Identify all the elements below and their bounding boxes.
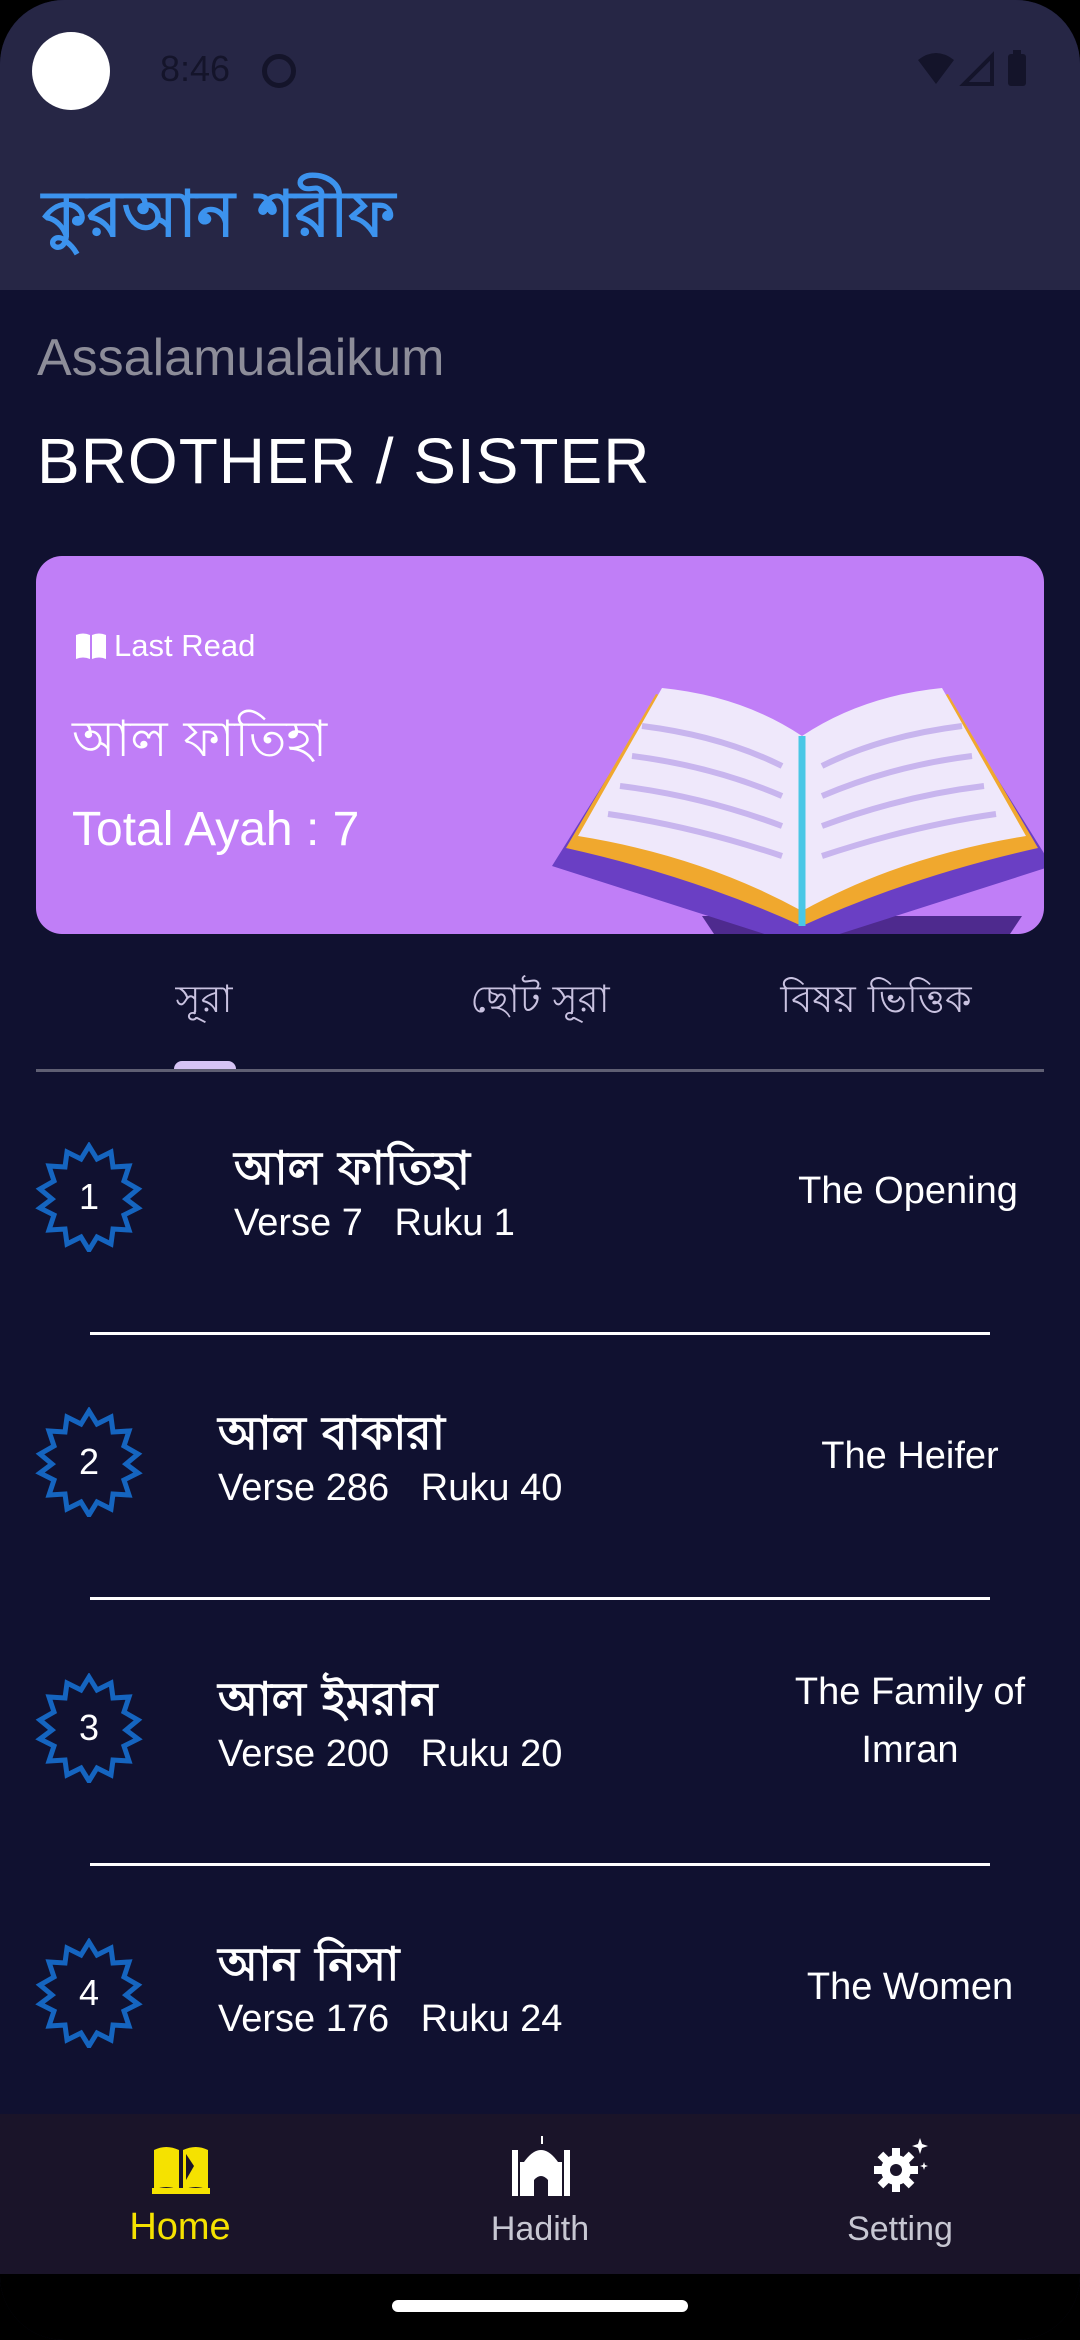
nav-setting-label: Setting (847, 2210, 953, 2248)
surah-name: আল ইমরান (218, 1672, 438, 1726)
surah-name: আন নিসা (218, 1937, 400, 1991)
notification-icon (262, 54, 296, 88)
camera-cutout (32, 32, 110, 110)
surah-number: 1 (78, 1176, 100, 1217)
bottom-navigation: Home Hadith Setting (0, 2114, 1080, 2274)
tab-surah[interactable]: সূরা (36, 970, 372, 1034)
mosque-icon (512, 2136, 570, 2196)
last-read-label: Last Read (114, 628, 256, 663)
last-read-card[interactable]: Last Read আল ফাতিহা Total Ayah : 7 (36, 556, 1044, 934)
surah-row[interactable]: 4 আন নিসা Verse 176 Ruku 24 The Women (0, 1878, 1080, 2078)
active-tab-indicator (174, 1061, 236, 1069)
surah-english-name: The Family of Imran (794, 1671, 1026, 1771)
divider (90, 1863, 990, 1866)
surah-row[interactable]: 2 আল বাকারা Verse 286 Ruku 40 The Heifer (0, 1347, 1080, 1547)
tab-topic-based[interactable]: বিষয় ভিত্তিক (708, 970, 1044, 1034)
quran-book-icon (152, 2147, 210, 2194)
surah-name: আল বাকারা (218, 1406, 446, 1460)
system-status-icons (918, 50, 1026, 86)
divider (90, 1597, 990, 1600)
open-book-icon (76, 633, 106, 659)
surah-name: আল ফাতিহা (234, 1141, 471, 1195)
surah-english-name: The Heifer (821, 1435, 999, 1477)
nav-home-label: Home (129, 2206, 231, 2248)
greeting-text: Assalamualaikum (37, 329, 445, 387)
tab-short-surah[interactable]: ছোট সূরা (372, 970, 708, 1034)
last-read-surah: আল ফাতিহা (72, 710, 328, 768)
surah-row[interactable]: 1 আল ফাতিহা Verse 7 Ruku 1 The Opening (0, 1082, 1080, 1282)
status-time: 8:46 (160, 48, 231, 89)
surah-row[interactable]: 3 আল ইমরান Verse 200 Ruku 20 The Family … (0, 1613, 1080, 1813)
gear-icon (874, 2138, 928, 2192)
divider (90, 1332, 990, 1335)
surah-english-name: The Opening (798, 1170, 1018, 1212)
screen: 8:46 কুরআন শরীফ Assalamualaikum BROTHER … (0, 0, 1080, 2340)
surah-meta: Verse 200 Ruku 20 (218, 1733, 563, 1775)
surah-number: 3 (78, 1707, 100, 1748)
surah-english-name: The Women (806, 1966, 1014, 2008)
surah-meta: Verse 176 Ruku 24 (218, 1998, 563, 2040)
nav-setting[interactable]: Setting (720, 2114, 1080, 2274)
battery-icon (1008, 54, 1026, 86)
nav-hadith-label: Hadith (490, 2210, 590, 2248)
last-read-label-row: Last Read (74, 628, 255, 664)
nav-home[interactable]: Home (0, 2114, 360, 2274)
quran-illustration (552, 688, 1044, 934)
app-bar: 8:46 কুরআন শরীফ (0, 0, 1080, 290)
surah-number: 2 (78, 1441, 100, 1482)
status-bar: 8:46 (0, 0, 1080, 142)
signal-icon (959, 51, 994, 86)
surah-meta: Verse 7 Ruku 1 (234, 1202, 515, 1244)
wifi-icon (918, 53, 954, 84)
user-name: BROTHER / SISTER (37, 425, 651, 497)
surah-tabs: সূরা ছোট সূরা বিষয় ভিত্তিক (36, 940, 1044, 1072)
nav-hadith[interactable]: Hadith (360, 2114, 720, 2274)
surah-number: 4 (78, 1972, 100, 2013)
app-title: কুরআন শরীফ (42, 178, 396, 252)
last-read-total-ayah: Total Ayah : 7 (72, 803, 360, 856)
surah-meta: Verse 286 Ruku 40 (218, 1467, 563, 1509)
home-gesture-handle[interactable] (392, 2300, 688, 2312)
